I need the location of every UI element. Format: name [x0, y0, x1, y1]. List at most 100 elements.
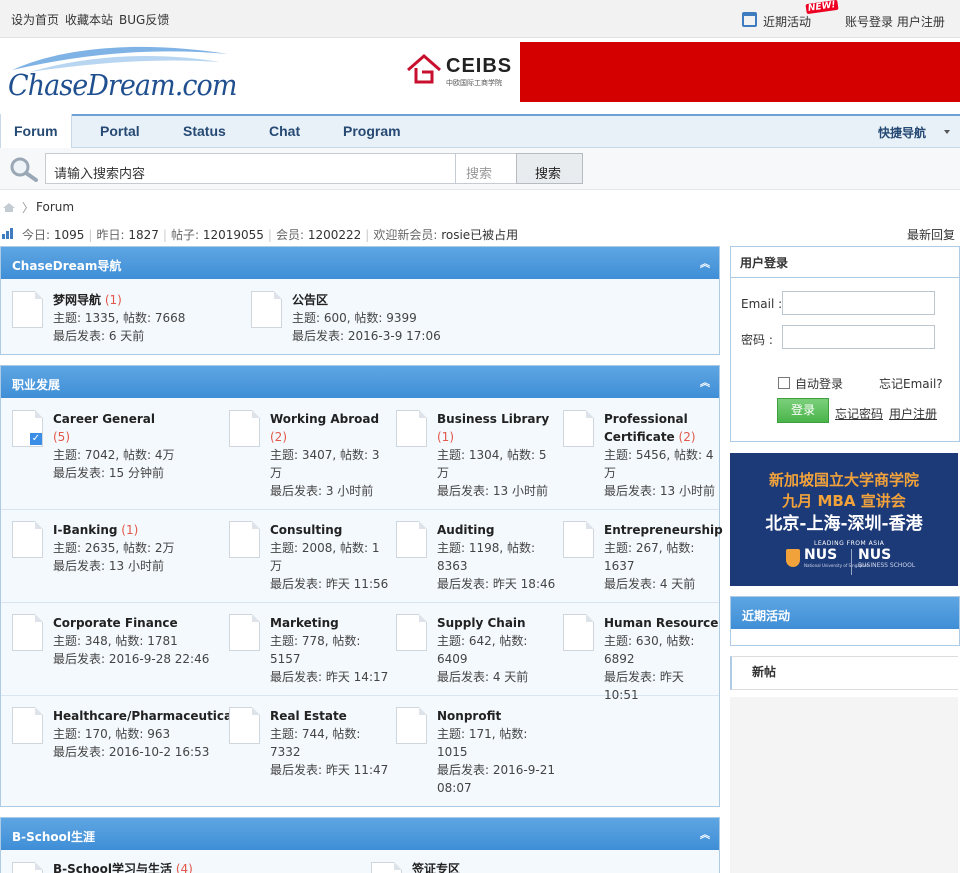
- chevron-down-icon[interactable]: [944, 130, 950, 134]
- forum-stats: 8363: [437, 559, 468, 573]
- nus-ad-banner[interactable]: 新加坡国立大学商学院 九月 MBA 宣讲会 北京-上海-深圳-香港 LEADIN…: [730, 453, 958, 586]
- search-button[interactable]: 搜索: [516, 153, 583, 184]
- account-links: 账号登录 用户注册: [845, 13, 945, 30]
- forum-name[interactable]: Working Abroad: [270, 412, 379, 426]
- forum-item[interactable]: Nonprofit 主题: 171, 帖数: 1015 最后发表: 2016-9-21…: [437, 707, 555, 797]
- collapse-icon[interactable]: ︽: [700, 826, 710, 841]
- forum-item[interactable]: Human Resource 主题: 630, 帖数: 6892 最后发表: 昨天 1…: [604, 614, 719, 704]
- forum-name[interactable]: Professional: [604, 412, 688, 426]
- forum-name[interactable]: Consulting: [270, 523, 342, 537]
- breadcrumb-current[interactable]: Forum: [36, 200, 74, 214]
- new-posts-label: 新帖: [752, 665, 777, 679]
- forum-icon: [563, 410, 594, 447]
- forum-name[interactable]: Real Estate: [270, 709, 347, 723]
- top-links: 设为首页 收藏本站 BUG反馈: [11, 11, 175, 28]
- recent-events-link[interactable]: 近期活动: [763, 13, 811, 30]
- tab-forum[interactable]: Forum: [0, 114, 72, 150]
- forum-item[interactable]: Real Estate 主题: 744, 帖数: 7332 最后发表: 昨天 11:4…: [270, 707, 388, 779]
- forum-last-post: 最后发表: 13 小时前: [53, 559, 164, 573]
- home-icon[interactable]: [2, 202, 16, 213]
- collapse-icon[interactable]: ︽: [700, 374, 710, 389]
- forum-item[interactable]: Supply Chain 主题: 642, 帖数: 6409 最后发表: 4 天前: [437, 614, 528, 686]
- forum-item[interactable]: B-School学习与生活 (4): [53, 860, 193, 873]
- login-button[interactable]: 登录: [777, 398, 829, 423]
- quick-nav-menu[interactable]: 快捷导航: [878, 124, 926, 141]
- forum-name[interactable]: I-Banking: [53, 523, 117, 537]
- recent-events-title: 近期活动: [731, 597, 959, 629]
- latest-reply-link[interactable]: 最新回复: [907, 226, 955, 243]
- forum-stats: 主题: 642, 帖数:: [437, 634, 528, 648]
- calendar-icon[interactable]: [742, 12, 757, 27]
- bookmark-link[interactable]: 收藏本站: [65, 13, 113, 27]
- forum-name[interactable]: 梦网导航: [53, 293, 101, 307]
- forum-name[interactable]: Auditing: [437, 523, 495, 537]
- forum-stats: 1015: [437, 745, 468, 759]
- forum-new-count: (4): [175, 862, 193, 873]
- forum-name[interactable]: 公告区: [292, 293, 328, 307]
- forum-name[interactable]: Entrepreneurship: [604, 523, 723, 537]
- forum-name[interactable]: 签证专区: [412, 862, 460, 873]
- forum-item[interactable]: Auditing 主题: 1198, 帖数: 8363 最后发表: 昨天 18:46: [437, 521, 555, 593]
- forum-stats: 主题: 171, 帖数:: [437, 727, 528, 741]
- forum-name[interactable]: Human Resource: [604, 616, 718, 630]
- forum-name[interactable]: Nonprofit: [437, 709, 501, 723]
- forum-icon: [229, 614, 260, 651]
- forum-last-post[interactable]: 最后发表: 6 天前: [53, 327, 185, 345]
- forum-item[interactable]: Business Library (1) 主题: 1304, 帖数: 5 万最后发表:…: [437, 410, 549, 500]
- auto-login-label[interactable]: 自动登录: [795, 375, 843, 392]
- forum-name[interactable]: Certificate: [604, 430, 675, 444]
- forum-name[interactable]: Career General: [53, 412, 155, 426]
- forum-name[interactable]: Corporate Finance: [53, 616, 178, 630]
- forgot-password-link[interactable]: 忘记密码: [835, 405, 883, 422]
- header-banner-ad[interactable]: CEIBS 中欧国际工商学院: [400, 42, 960, 102]
- forum-item[interactable]: Career General (5) 主题: 7042, 帖数: 4万 最后发表: 1…: [53, 410, 175, 482]
- register-link[interactable]: 用户注册: [897, 15, 945, 29]
- search-type-select[interactable]: 搜索: [455, 153, 517, 184]
- auto-login-checkbox[interactable]: [778, 377, 790, 389]
- forum-item[interactable]: Working Abroad (2) 主题: 3407, 帖数: 3 万最后发表: 3…: [270, 410, 380, 500]
- search-bar: 请输入搜索内容 搜索 搜索: [0, 148, 960, 190]
- collapse-icon[interactable]: ︽: [700, 255, 710, 270]
- site-logo[interactable]: ChaseDream.com: [0, 38, 400, 114]
- forum-item[interactable]: Corporate Finance 主题: 348, 帖数: 1781 最后发表: …: [53, 614, 209, 668]
- forum-item[interactable]: Consulting 主题: 2008, 帖数: 1 万最后发表: 昨天 11:56: [270, 521, 388, 593]
- forum-new-count: (2): [270, 430, 287, 444]
- forum-last-post: 08:07: [437, 781, 472, 795]
- forum-item[interactable]: Marketing 主题: 778, 帖数: 5157 最后发表: 昨天 14:17: [270, 614, 388, 686]
- login-link[interactable]: 账号登录: [845, 15, 893, 29]
- stats-chart-icon: [2, 228, 13, 239]
- new-posts-tab[interactable]: 新帖: [730, 656, 958, 690]
- forum-name[interactable]: Healthcare/Pharmaceutical: [53, 709, 236, 723]
- posts-count: 12019055: [202, 228, 264, 242]
- forum-item[interactable]: 公告区 主题: 600, 帖数: 9399 最后发表: 2016-3-9 17:…: [292, 291, 441, 345]
- newest-member-link[interactable]: rosie已被占用: [441, 228, 518, 242]
- forgot-email-link[interactable]: 忘记Email?: [879, 375, 943, 392]
- forum-item[interactable]: I-Banking (1) 主题: 2635, 帖数: 2万 最后发表: 13 小时…: [53, 521, 175, 575]
- tab-status[interactable]: Status: [183, 123, 226, 139]
- forum-item[interactable]: Professional Certificate (2) 主题: 5456, 帖数:…: [604, 410, 715, 500]
- forum-item[interactable]: Healthcare/Pharmaceutical 主题: 170, 帖数: 96…: [53, 707, 236, 761]
- tab-program[interactable]: Program: [343, 123, 401, 139]
- search-input[interactable]: 请输入搜索内容: [45, 153, 456, 184]
- bug-report-link[interactable]: BUG反馈: [119, 13, 169, 27]
- password-field[interactable]: [782, 325, 935, 349]
- forum-item[interactable]: 签证专区: [412, 860, 460, 873]
- forum-name[interactable]: B-School学习与生活: [53, 862, 172, 873]
- tab-chat[interactable]: Chat: [269, 123, 300, 139]
- tab-portal[interactable]: Portal: [100, 123, 140, 139]
- set-home-link[interactable]: 设为首页: [11, 13, 59, 27]
- forum-last-post: 最后发表: 15 分钟前: [53, 466, 164, 480]
- forum-name[interactable]: Supply Chain: [437, 616, 526, 630]
- forum-item[interactable]: Entrepreneurship 主题: 267, 帖数: 1637 最后发表: 4 …: [604, 521, 723, 593]
- forum-name[interactable]: Marketing: [270, 616, 339, 630]
- forum-name[interactable]: Business Library: [437, 412, 549, 426]
- yesterday-count: 1827: [128, 228, 159, 242]
- forum-item[interactable]: 梦网导航 (1) 主题: 1335, 帖数: 7668 最后发表: 6 天前: [53, 291, 185, 345]
- email-field[interactable]: [782, 291, 935, 315]
- register-link-sidebar[interactable]: 用户注册: [889, 405, 937, 422]
- forum-last-post[interactable]: 最后发表: 2016-3-9 17:06: [292, 327, 441, 345]
- top-bar: 设为首页 收藏本站 BUG反馈 近期活动 NEW! 账号登录 用户注册: [0, 0, 960, 38]
- forum-stats: 主题: 5456, 帖数: 4: [604, 448, 714, 462]
- forum-last-post: 最后发表: 昨天 11:56: [270, 577, 389, 591]
- nus-bs-logo-text: NUS: [858, 547, 892, 563]
